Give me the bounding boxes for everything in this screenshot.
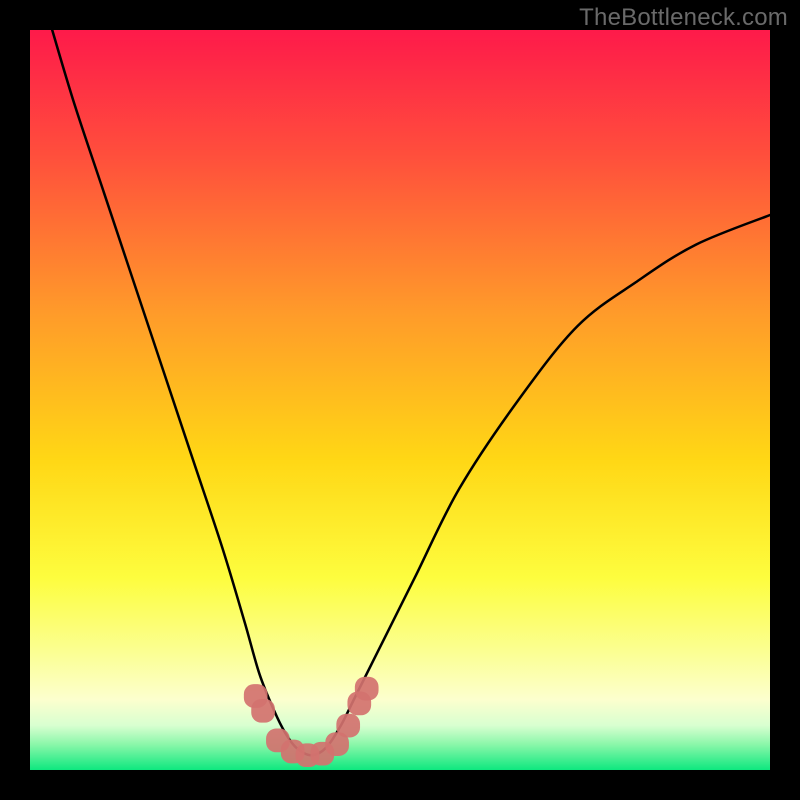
bottleneck-curve [52, 30, 770, 755]
highlight-marker [251, 699, 275, 723]
marker-group [244, 677, 379, 767]
highlight-marker [355, 677, 379, 701]
outer-frame: TheBottleneck.com [0, 0, 800, 800]
chart-svg [30, 30, 770, 770]
plot-area [30, 30, 770, 770]
highlight-marker [336, 714, 360, 738]
watermark-text: TheBottleneck.com [579, 4, 788, 32]
